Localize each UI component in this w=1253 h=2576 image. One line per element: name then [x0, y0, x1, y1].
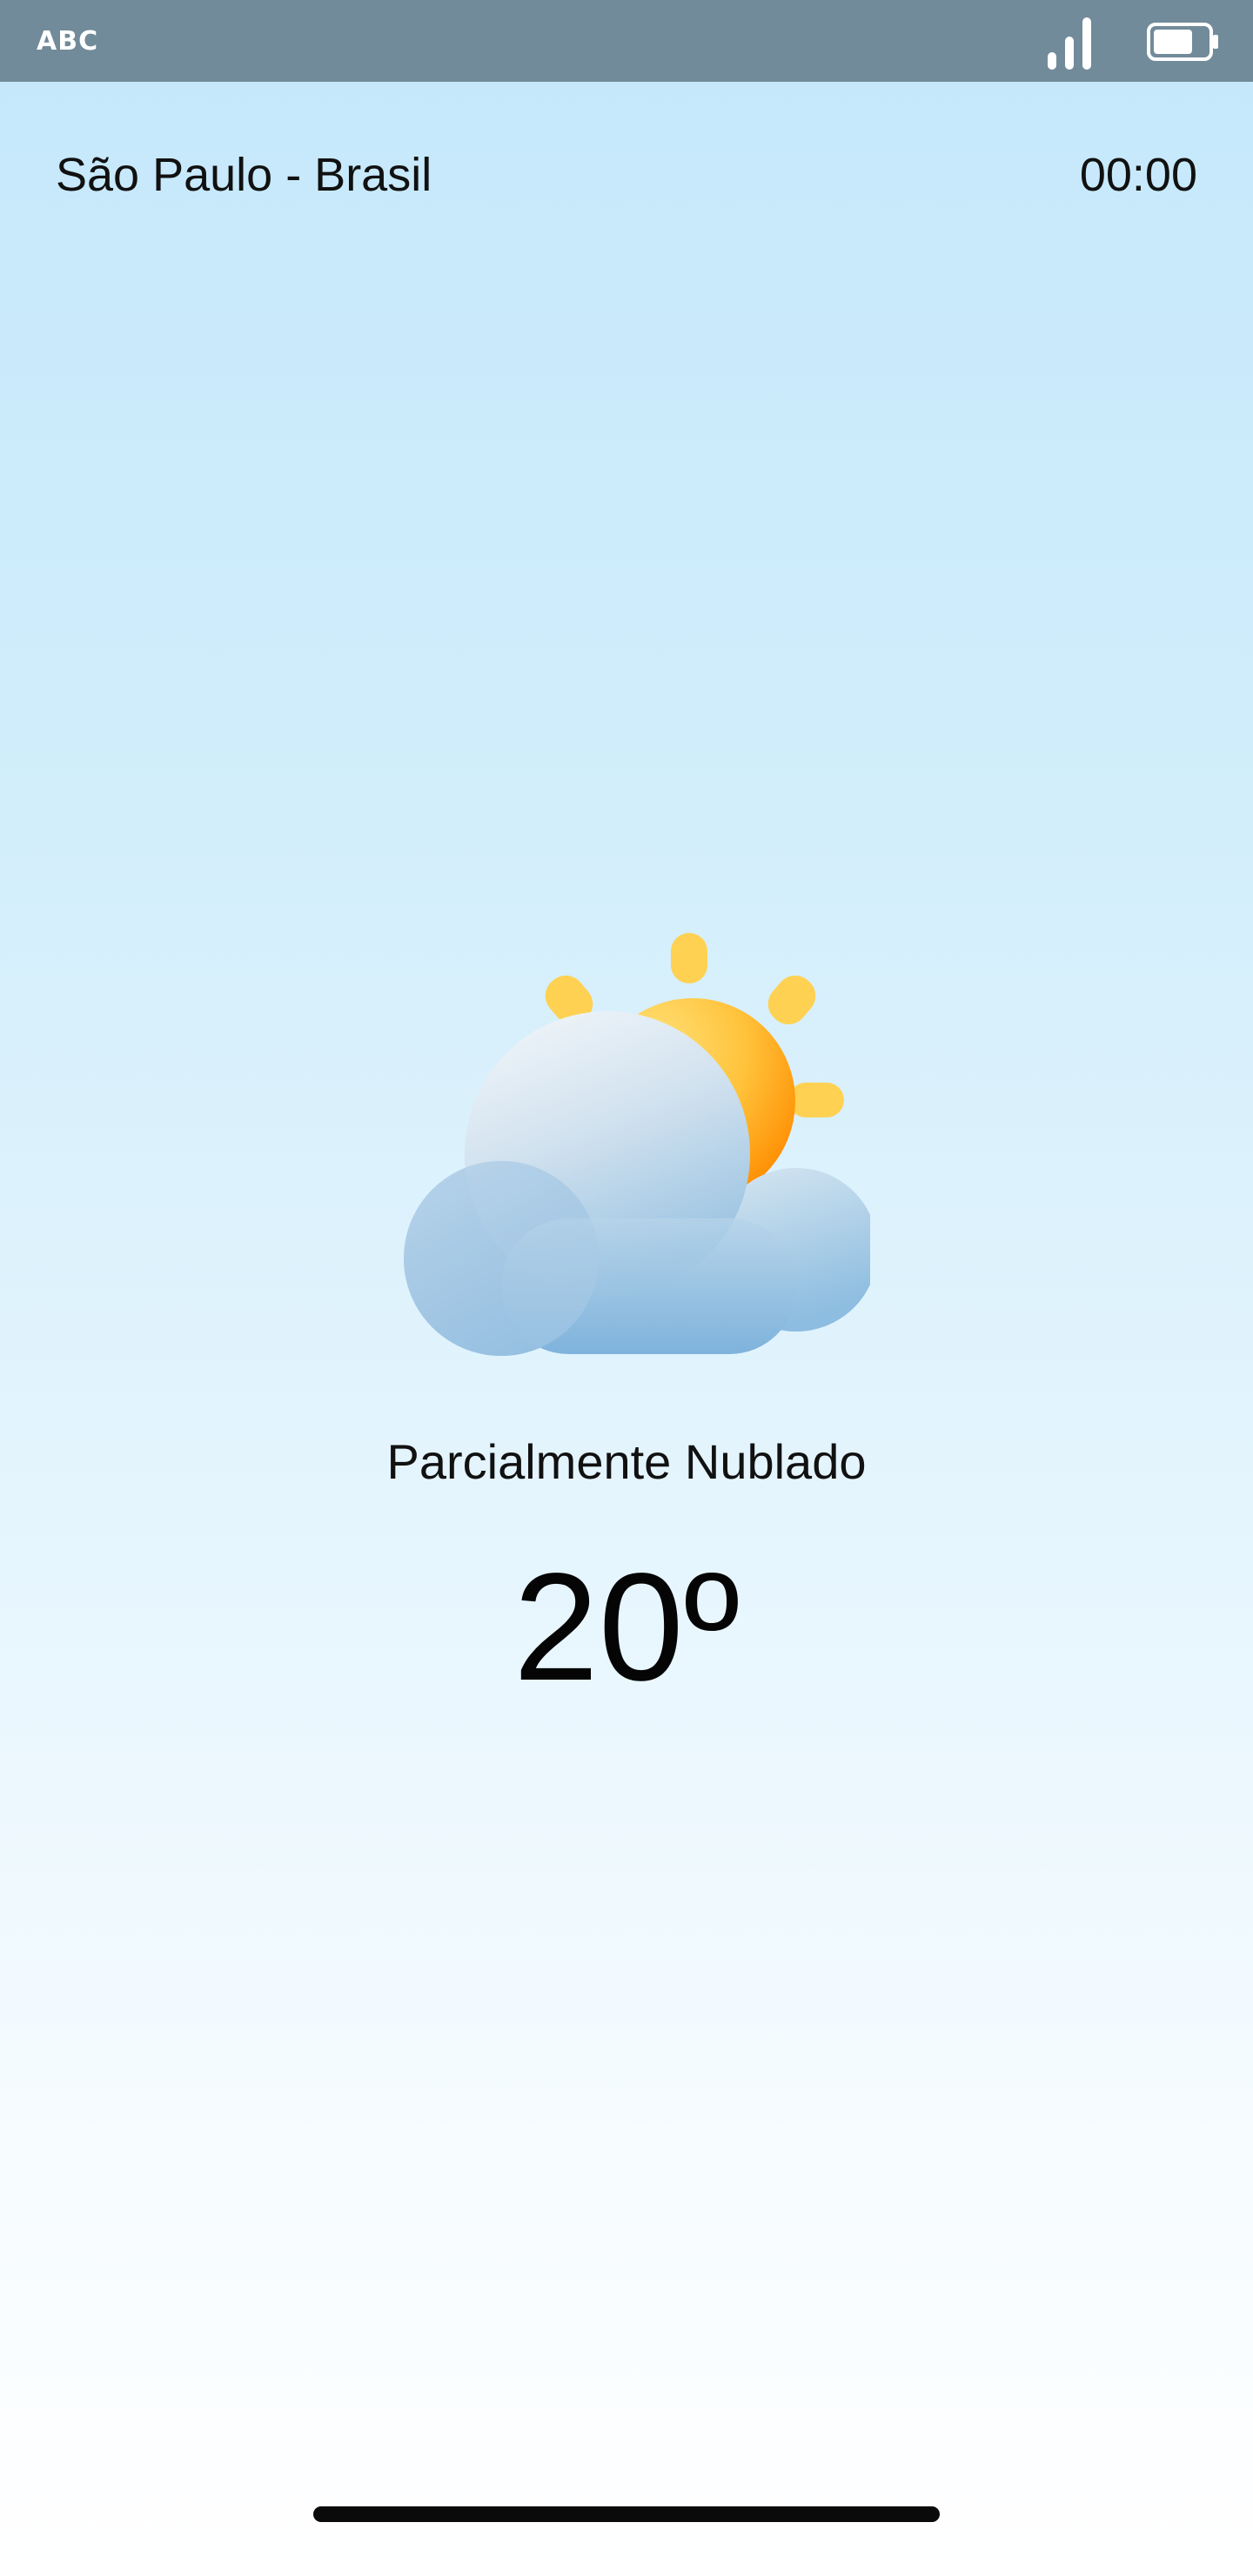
- temperature-value: 20º: [513, 1542, 740, 1713]
- weather-screen: ABC São Paulo - Brasil 00:00 Parcialment…: [0, 0, 1253, 2576]
- carrier-label: ABC: [37, 26, 99, 57]
- home-indicator[interactable]: [313, 2506, 940, 2522]
- time-label: 00:00: [1079, 149, 1197, 201]
- status-bar: ABC: [0, 0, 1253, 82]
- weather-condition: Parcialmente Nublado: [386, 1434, 867, 1489]
- signal-strength-icon: [1048, 17, 1091, 70]
- header: São Paulo - Brasil 00:00: [56, 144, 1197, 205]
- partly-cloudy-icon: [404, 933, 870, 1356]
- battery-icon: [1147, 23, 1218, 61]
- location-label: São Paulo - Brasil: [56, 149, 432, 201]
